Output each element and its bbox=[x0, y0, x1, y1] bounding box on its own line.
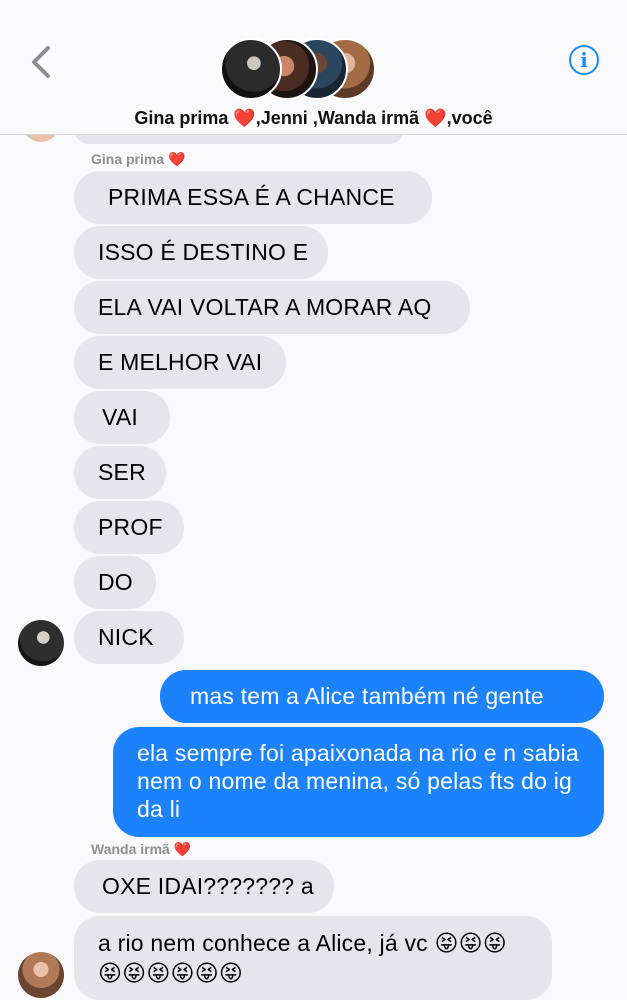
message-bubble[interactable]: DO bbox=[74, 556, 156, 609]
message-bubble[interactable]: SER bbox=[74, 446, 166, 499]
message-bubble[interactable]: PROF bbox=[74, 501, 184, 554]
message-bubble[interactable]: PRIMA ESSA É A CHANCE bbox=[74, 171, 432, 224]
avatar bbox=[220, 38, 282, 100]
group-avatars[interactable] bbox=[220, 38, 376, 104]
avatar[interactable] bbox=[18, 952, 64, 998]
sender-name: Wanda irmã ❤️ bbox=[91, 841, 192, 857]
message-bubble[interactable]: ELA VAI VOLTAR A MORAR AQ bbox=[74, 281, 470, 334]
chevron-left-icon[interactable] bbox=[26, 44, 56, 80]
message-bubble[interactable]: OXE IDAI??????? a bbox=[74, 860, 334, 913]
message-bubble[interactable]: mas tem a Alice também né gente bbox=[160, 670, 604, 723]
sender-name: Gina prima ❤️ bbox=[91, 151, 186, 167]
info-icon[interactable]: i bbox=[569, 45, 599, 75]
avatar bbox=[22, 134, 60, 142]
message-bubble[interactable]: E MELHOR VAI bbox=[74, 336, 286, 389]
conversation-header: Gina prima ❤️,Jenni ,Wanda irmã ❤️,você … bbox=[0, 0, 627, 135]
avatar[interactable] bbox=[18, 620, 64, 666]
message-bubble[interactable]: ela sempre foi apaixonada na rio e n sab… bbox=[113, 727, 604, 837]
message-bubble[interactable]: a rio nem conhece a Alice, já vc 😝😝😝😝😝😝😝… bbox=[74, 916, 552, 1000]
message-bubble[interactable]: VAI bbox=[74, 391, 170, 444]
previous-message-peek bbox=[0, 134, 627, 146]
message-bubble[interactable]: NICK bbox=[74, 611, 184, 664]
group-name[interactable]: Gina prima ❤️,Jenni ,Wanda irmã ❤️,você bbox=[0, 108, 627, 129]
message-bubble[interactable]: ISSO É DESTINO E bbox=[74, 226, 328, 279]
message-bubble bbox=[74, 134, 404, 144]
